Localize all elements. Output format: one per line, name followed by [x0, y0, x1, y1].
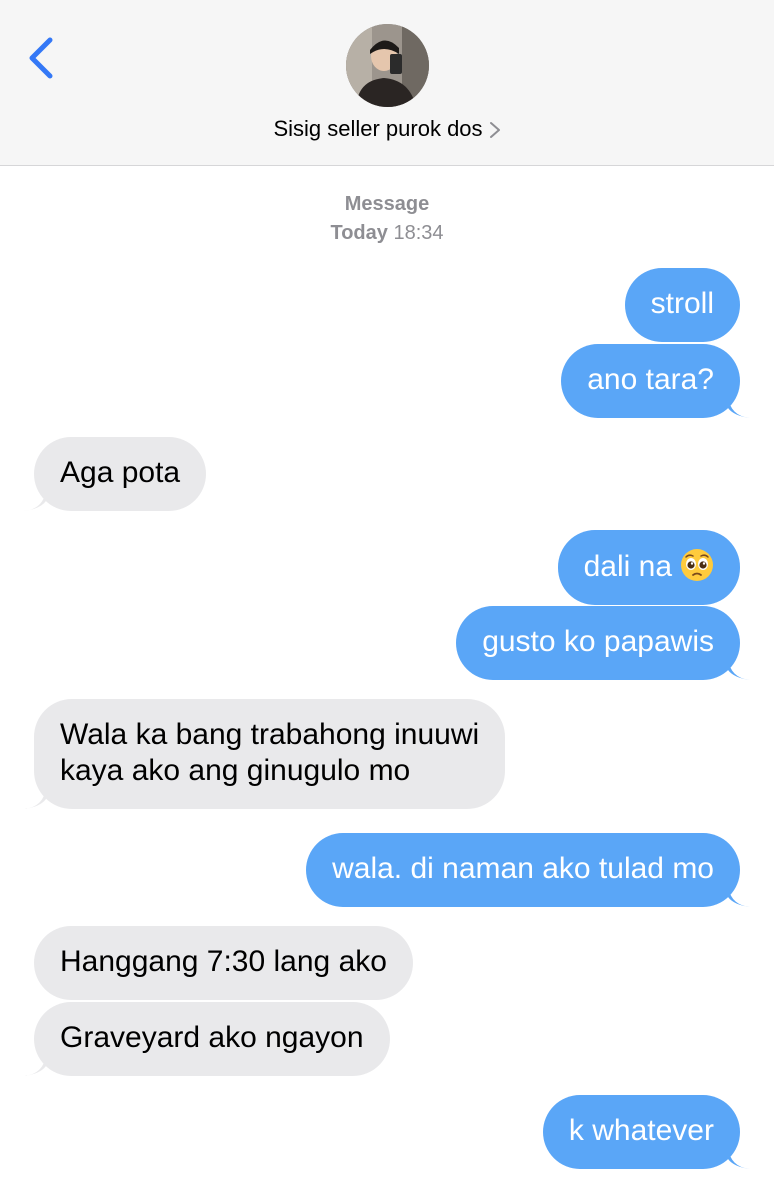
message-bubble-sent[interactable]: stroll — [624, 268, 740, 342]
message-text-line: Wala ka bang trabahong inuuwi — [60, 718, 480, 751]
message-text: Aga pota — [60, 456, 181, 489]
message-text: dali na — [583, 550, 672, 583]
message-bubble-received[interactable]: Aga pota — [24, 437, 207, 511]
message-bubble-received[interactable]: Hanggang 7:30 lang ako — [34, 926, 413, 1000]
back-button[interactable] — [22, 34, 62, 82]
bubble-tail — [24, 489, 46, 511]
message-text-line: kaya ako ang ginugulo mo — [60, 754, 411, 787]
bubble-tail — [24, 787, 46, 809]
contact-name: Sisig seller purok dos — [273, 116, 483, 141]
timestamp-time: 18:34 — [393, 222, 444, 244]
bubble-tail — [728, 885, 750, 907]
message-text: stroll — [650, 287, 714, 320]
message-text: ano tara? — [587, 363, 714, 396]
bubble-tail — [24, 1054, 46, 1076]
timestamp: Today 18:34 — [0, 222, 774, 245]
message-text: wala. di naman ako tulad mo — [332, 852, 714, 885]
avatar-photo-icon — [346, 24, 429, 107]
message-text: Hanggang 7:30 lang ako — [60, 945, 387, 978]
message-bubble-sent[interactable]: wala. di naman ako tulad mo — [306, 833, 750, 907]
message-text: gusto ko papawis — [482, 625, 714, 658]
message-bubble-received[interactable]: Graveyard ako ngayon — [24, 1002, 390, 1076]
message-text: k whatever — [568, 1114, 714, 1147]
conversation-header: Sisig seller purok dos — [0, 0, 774, 166]
message-bubble-sent[interactable]: gusto ko papawis — [456, 606, 750, 680]
bubble-tail — [728, 1147, 750, 1169]
message-text: Graveyard ako ngayon — [60, 1021, 364, 1054]
message-bubble-sent[interactable]: dali na — [557, 530, 740, 605]
contact-name-button[interactable]: Sisig seller purok dos — [0, 116, 774, 142]
message-bubble-received[interactable]: Wala ka bang trabahong inuuwi kaya ako a… — [24, 699, 506, 809]
service-label: Message — [344, 193, 430, 215]
contact-avatar[interactable] — [346, 24, 429, 107]
chevron-left-icon — [29, 37, 53, 79]
bubble-tail — [728, 658, 750, 680]
message-bubble-sent[interactable]: ano tara? — [561, 344, 750, 418]
bubble-tail — [728, 396, 750, 418]
pleading-face-icon — [681, 549, 713, 581]
timestamp-day: Today — [330, 222, 388, 244]
message-bubble-sent[interactable]: k whatever — [542, 1095, 750, 1169]
chevron-right-icon — [489, 122, 500, 139]
